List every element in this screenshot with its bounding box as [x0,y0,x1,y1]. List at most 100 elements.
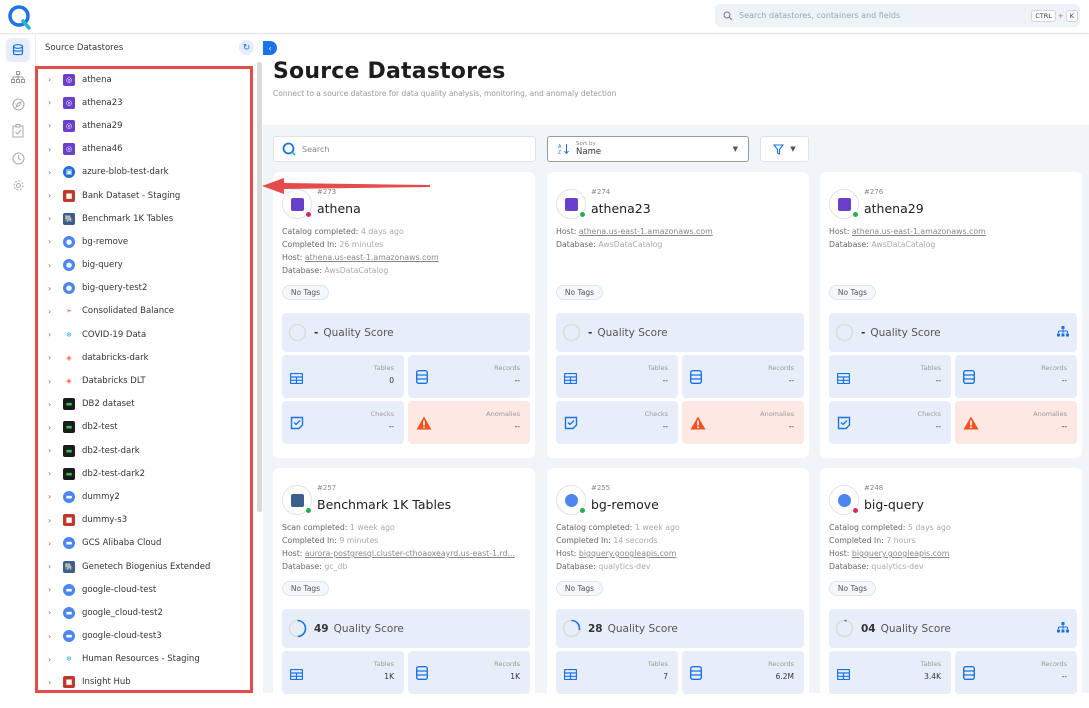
checks-stat[interactable]: Checks -- [282,401,404,444]
nav-datastores[interactable] [6,38,30,62]
host-link[interactable]: bigquery.googleapis.com [852,549,949,558]
chevron-right-icon[interactable]: › [48,214,58,223]
tables-stat[interactable]: Tables -- [829,355,951,398]
records-stat[interactable]: Records -- [682,355,804,398]
tree-item[interactable]: › ◎ athena46 [37,138,252,161]
datastore-name[interactable]: athena29 [864,201,924,216]
hierarchy-icon[interactable] [1057,326,1069,337]
anomalies-stat[interactable]: Anomalies -- [682,401,804,444]
datastore-name[interactable]: athena23 [591,201,651,216]
tree-item[interactable]: › ◈ databricks-dark [37,346,252,369]
records-stat[interactable]: Records -- [408,355,530,398]
host-link[interactable]: aurora-postgresql.cluster-cthoaoxeayrd.u… [305,549,515,558]
nav-history[interactable] [6,146,30,170]
host-link[interactable]: athena.us-east-1.amazonaws.com [852,227,986,236]
tree-item[interactable]: › ▬ google-cloud-test [37,578,252,601]
datastore-name[interactable]: Benchmark 1K Tables [317,497,451,512]
chevron-right-icon[interactable]: › [48,330,58,339]
anomalies-stat[interactable]: Anomalies -- [955,401,1077,444]
tables-stat[interactable]: Tables 3.4K [829,651,951,694]
chevron-right-icon[interactable]: › [48,516,58,525]
tables-stat[interactable]: Tables 0 [282,355,404,398]
filter-button[interactable]: ▼ [760,136,809,162]
tree-item[interactable]: › ● big-query-test2 [37,277,252,300]
chevron-right-icon[interactable]: › [48,145,58,154]
refresh-button[interactable]: ↻ [239,40,254,55]
datastore-card[interactable]: #248 big-query Catalog completed: 5 days… [820,468,1082,708]
tree-item[interactable]: › ▬ db2-test [37,416,252,439]
tree-item[interactable]: › ▬ google_cloud-test2 [37,601,252,624]
host-link[interactable]: bigquery.googleapis.com [579,549,676,558]
anomalies-stat[interactable]: Anomalies -- [408,401,530,444]
datastore-card[interactable]: #276 athena29 Host: athena.us-east-1.ama… [820,172,1082,458]
chevron-right-icon[interactable]: › [48,539,58,548]
tree-item[interactable]: › 🐘 Genetech Biogenius Extended [37,555,252,578]
tree-item[interactable]: › ■ Bank Dataset - Staging [37,184,252,207]
records-stat[interactable]: Records -- [955,355,1077,398]
tree-item[interactable]: › ▬ db2-test-dark2 [37,462,252,485]
tree-item[interactable]: › ❄ COVID-19 Data [37,323,252,346]
tree-item[interactable]: › ◎ athena23 [37,91,252,114]
tree-item[interactable]: › ◎ athena29 [37,114,252,137]
chevron-right-icon[interactable]: › [48,261,58,270]
datastore-card[interactable]: #257 Benchmark 1K Tables Scan completed:… [273,468,535,708]
chevron-right-icon[interactable]: › [48,284,58,293]
tree-item[interactable]: › ◈ Databricks DLT [37,369,252,392]
chevron-right-icon[interactable]: › [48,98,58,107]
nav-settings[interactable] [6,173,30,197]
tree-item[interactable]: › ▬ db2-test-dark [37,439,252,462]
datastore-card[interactable]: #274 athena23 Host: athena.us-east-1.ama… [547,172,809,458]
tree-item[interactable]: › ● bg-remove [37,230,252,253]
hierarchy-icon[interactable] [1057,622,1069,633]
tree-item[interactable]: › ■ dummy-s3 [37,509,252,532]
records-stat[interactable]: Records 1K [408,651,530,694]
nav-hierarchy[interactable] [6,65,30,89]
chevron-right-icon[interactable]: › [48,353,58,362]
datastore-name[interactable]: athena [317,201,361,216]
chevron-right-icon[interactable]: › [48,446,58,455]
chevron-right-icon[interactable]: › [48,423,58,432]
tree-item[interactable]: › ◎ athena [37,68,252,91]
tree-item[interactable]: › ▣ azure-blob-test-dark [37,161,252,184]
chevron-right-icon[interactable]: › [48,562,58,571]
datastore-name[interactable]: bg-remove [591,497,659,512]
tree-item[interactable]: › ▬ GCS Alibaba Cloud [37,532,252,555]
tree-item[interactable]: › ➣ Consolidated Balance [37,300,252,323]
nav-checks[interactable] [6,119,30,143]
no-tags-badge[interactable]: No Tags [282,285,329,300]
checks-stat[interactable]: Checks -- [556,401,678,444]
global-search-input[interactable]: Search datastores, containers and fields… [715,4,1080,27]
no-tags-badge[interactable]: No Tags [829,285,876,300]
tree-item[interactable]: › ▬ DB2 dataset [37,393,252,416]
chevron-right-icon[interactable]: › [48,307,58,316]
host-link[interactable]: athena.us-east-1.amazonaws.com [305,253,439,262]
nav-explore[interactable] [6,92,30,116]
chevron-right-icon[interactable]: › [48,168,58,177]
no-tags-badge[interactable]: No Tags [282,581,329,596]
tree-item[interactable]: › ▬ dummy2 [37,485,252,508]
records-stat[interactable]: Records 6.2M [682,651,804,694]
no-tags-badge[interactable]: No Tags [556,285,603,300]
chevron-right-icon[interactable]: › [48,492,58,501]
tree-scrollbar[interactable] [257,62,262,512]
tables-stat[interactable]: Tables 1K [282,651,404,694]
tables-stat[interactable]: Tables -- [556,355,678,398]
checks-stat[interactable]: Checks -- [829,401,951,444]
chevron-right-icon[interactable]: › [48,585,58,594]
tree-item[interactable]: › ■ Insight Hub [37,671,252,694]
chevron-right-icon[interactable]: › [48,191,58,200]
sort-select[interactable]: AZ Sort by Name ▼ [547,136,749,162]
tree-item[interactable]: › ▬ google-cloud-test3 [37,625,252,648]
tree-item[interactable]: › 🐘 Benchmark 1K Tables [37,207,252,230]
tree-item[interactable]: › ● big-query [37,254,252,277]
collapse-sidebar-button[interactable]: ‹ [263,41,277,55]
chevron-right-icon[interactable]: › [48,655,58,664]
chevron-right-icon[interactable]: › [48,608,58,617]
chevron-right-icon[interactable]: › [48,400,58,409]
host-link[interactable]: athena.us-east-1.amazonaws.com [579,227,713,236]
chevron-right-icon[interactable]: › [48,469,58,478]
tables-stat[interactable]: Tables 7 [556,651,678,694]
tree-item[interactable]: › ❄ Human Resources - Staging [37,648,252,671]
datastore-card[interactable]: #273 athena Catalog completed: 4 days ag… [273,172,535,458]
no-tags-badge[interactable]: No Tags [829,581,876,596]
